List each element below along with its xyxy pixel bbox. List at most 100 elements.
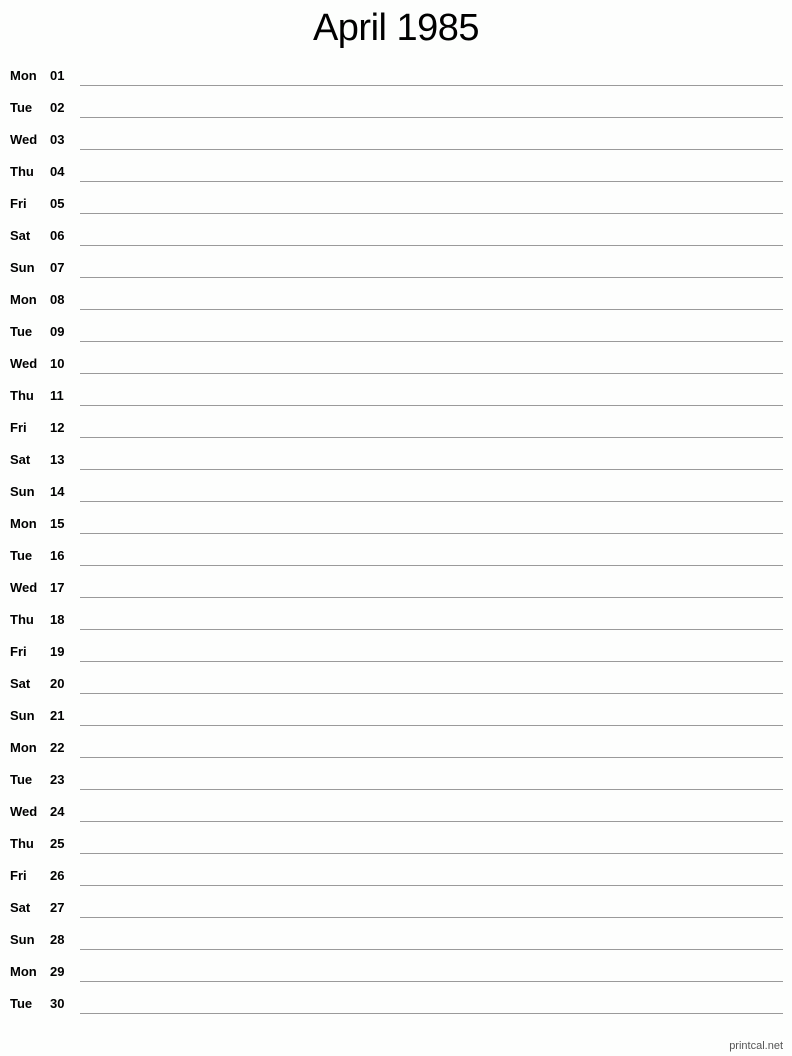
weekday-label: Sat <box>10 228 31 243</box>
calendar-title: April 1985 <box>312 7 480 49</box>
day-row: Mon 01 <box>0 55 792 87</box>
weekday-label: Sat <box>10 676 31 691</box>
day-number: 22 <box>50 740 65 755</box>
day-row: Sun 14 <box>0 471 792 503</box>
weekday-label: Mon <box>10 68 37 83</box>
day-number: 04 <box>50 164 65 179</box>
day-number: 07 <box>50 260 65 275</box>
writing-line <box>80 629 783 630</box>
weekday-label: Wed <box>10 804 38 819</box>
writing-line <box>80 917 783 918</box>
writing-line <box>80 245 783 246</box>
day-row: Tue 02 <box>0 87 792 119</box>
weekday-label: Wed <box>10 580 38 595</box>
writing-line <box>80 885 783 886</box>
day-number: 24 <box>50 804 65 819</box>
weekday-label: Sat <box>10 900 31 915</box>
day-row: Tue 09 <box>0 311 792 343</box>
day-number: 11 <box>50 388 64 403</box>
day-number: 10 <box>50 356 65 371</box>
weekday-label: Sun <box>10 708 35 723</box>
day-row: Thu 11 <box>0 375 792 407</box>
day-number: 05 <box>50 196 65 211</box>
day-number: 01 <box>50 68 65 83</box>
day-number: 14 <box>50 484 65 499</box>
day-row: Wed 10 <box>0 343 792 375</box>
weekday-label: Sun <box>10 260 35 275</box>
day-row: Fri 05 <box>0 183 792 215</box>
weekday-label: Wed <box>10 132 38 147</box>
day-list: Mon 01 Tue 02 Wed 03 Thu 04 Fri 05 Sat 06 Sun 07 Mon 08… <box>0 55 792 1015</box>
writing-line <box>80 277 783 278</box>
day-row: Fri 12 <box>0 407 792 439</box>
day-row: Sun 21 <box>0 695 792 727</box>
day-row: Thu 04 <box>0 151 792 183</box>
writing-line <box>80 1013 783 1014</box>
weekday-label: Tue <box>10 772 33 787</box>
day-number: 27 <box>50 900 65 915</box>
day-number: 06 <box>50 228 65 243</box>
writing-line <box>80 309 783 310</box>
writing-line <box>80 437 783 438</box>
day-number: 30 <box>50 996 65 1011</box>
day-row: Wed 24 <box>0 791 792 823</box>
day-number: 15 <box>50 516 65 531</box>
day-number: 26 <box>50 868 65 883</box>
writing-line <box>80 373 783 374</box>
writing-line <box>80 981 783 982</box>
day-number: 03 <box>50 132 65 147</box>
weekday-label: Sat <box>10 452 31 467</box>
day-number: 09 <box>50 324 65 339</box>
writing-line <box>80 501 783 502</box>
day-number: 20 <box>50 676 65 691</box>
day-number: 28 <box>50 932 65 947</box>
writing-line <box>80 405 783 406</box>
day-row: Wed 03 <box>0 119 792 151</box>
writing-line <box>80 821 783 822</box>
day-row: Mon 29 <box>0 951 792 983</box>
writing-line <box>80 789 783 790</box>
day-number: 16 <box>50 548 65 563</box>
day-number: 19 <box>50 644 65 659</box>
weekday-label: Fri <box>10 420 27 435</box>
weekday-label: Fri <box>10 868 27 883</box>
writing-line <box>80 853 783 854</box>
day-number: 25 <box>50 836 65 851</box>
weekday-label: Thu <box>10 612 34 627</box>
day-row: Sun 28 <box>0 919 792 951</box>
footer-credit: printcal.net <box>729 1040 783 1052</box>
weekday-label: Mon <box>10 964 37 979</box>
writing-line <box>80 757 783 758</box>
day-number: 17 <box>50 580 65 595</box>
day-row: Fri 19 <box>0 631 792 663</box>
weekday-label: Tue <box>10 324 33 339</box>
writing-line <box>80 597 783 598</box>
day-row: Wed 17 <box>0 567 792 599</box>
writing-line <box>80 661 783 662</box>
weekday-label: Tue <box>10 548 33 563</box>
weekday-label: Thu <box>10 164 34 179</box>
weekday-label: Tue <box>10 100 33 115</box>
day-row: Fri 26 <box>0 855 792 887</box>
writing-line <box>80 341 783 342</box>
day-row: Tue 16 <box>0 535 792 567</box>
day-row: Tue 23 <box>0 759 792 791</box>
day-number: 12 <box>50 420 65 435</box>
day-row: Sun 07 <box>0 247 792 279</box>
day-row: Thu 18 <box>0 599 792 631</box>
weekday-label: Mon <box>10 516 37 531</box>
day-row: Mon 22 <box>0 727 792 759</box>
weekday-label: Tue <box>10 996 33 1011</box>
day-number: 21 <box>50 708 65 723</box>
day-row: Mon 15 <box>0 503 792 535</box>
writing-line <box>80 533 783 534</box>
writing-line <box>80 725 783 726</box>
writing-line <box>80 117 783 118</box>
day-row: Tue 30 <box>0 983 792 1015</box>
day-number: 02 <box>50 100 65 115</box>
day-row: Sat 13 <box>0 439 792 471</box>
writing-line <box>80 469 783 470</box>
writing-line <box>80 149 783 150</box>
day-number: 18 <box>50 612 65 627</box>
writing-line <box>80 565 783 566</box>
